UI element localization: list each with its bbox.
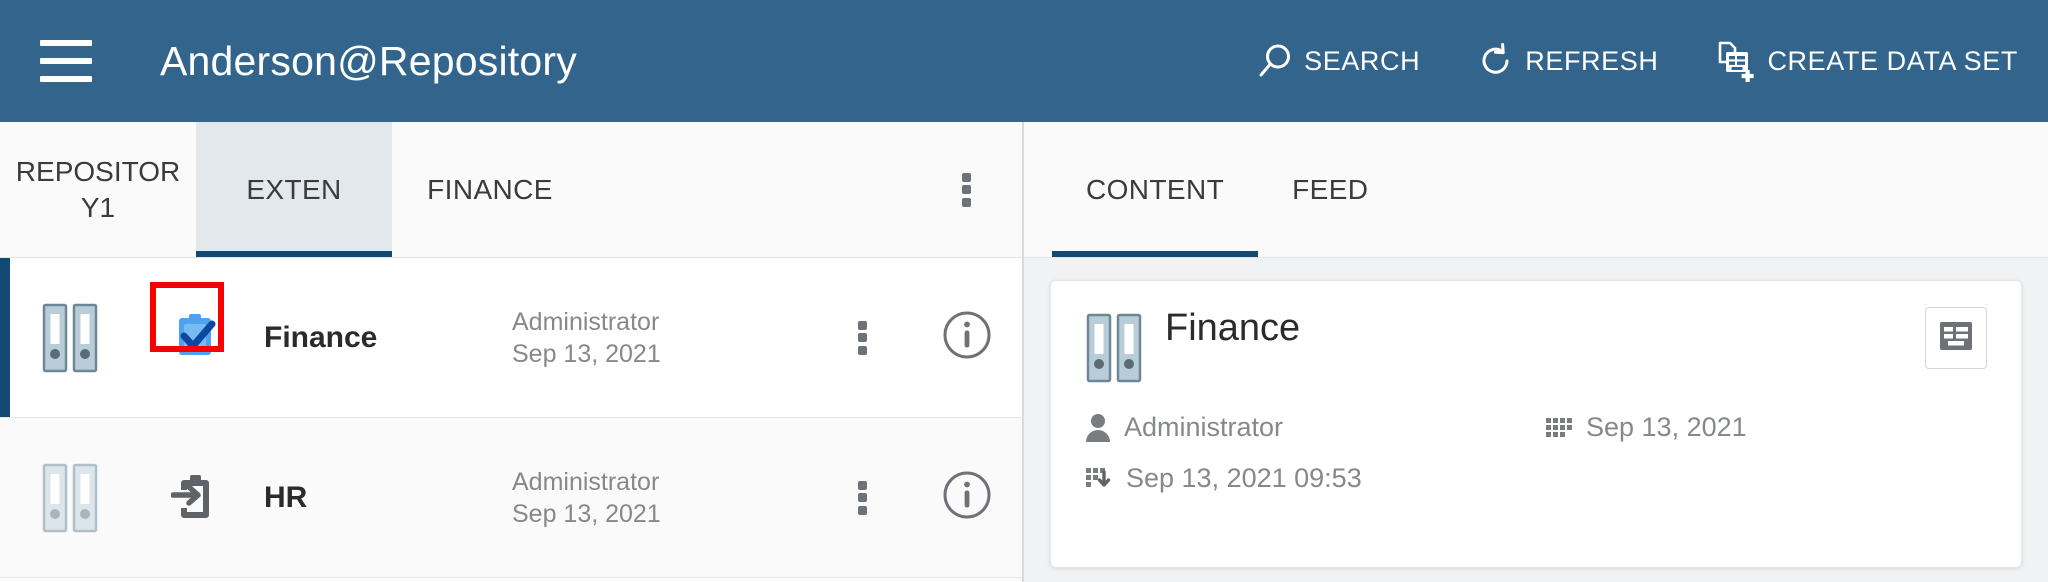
info-circle-icon [941,469,993,526]
row-date: Sep 13, 2021 [512,499,661,528]
detail-metadata-row: Administrator Sep 13, 2021 [1085,412,1987,443]
kebab-dot [857,505,867,515]
row-owner: Administrator [512,467,660,496]
table-row[interactable]: Finance Administrator Sep 13, 2021 [0,258,1022,418]
right-tab-bar: CONTENT FEED [1024,122,2048,258]
kebab-menu-icon [857,480,867,515]
info-circle-icon [941,309,993,366]
left-panel: REPOSITORY1 EXTEN FINANCE Finance Admini… [0,122,1024,582]
page-title: Anderson@Repository [160,37,577,84]
detail-metadata-row: Sep 13, 2021 09:53 [1085,463,1987,494]
kebab-dot [961,197,971,207]
header-actions: SEARCH REFRESH CREATE DATA SET [1199,39,2018,83]
left-tab-overflow-button[interactable] [944,122,988,257]
properties-table-icon [1937,319,1975,358]
row-metadata: Administrator Sep 13, 2021 [512,306,812,370]
tab-feed[interactable]: FEED [1258,122,1402,257]
search-label: SEARCH [1304,45,1421,76]
kebab-dot [857,345,867,355]
create-data-set-label: CREATE DATA SET [1767,45,2018,76]
search-button[interactable]: SEARCH [1255,41,1420,81]
binder-folder-icon [0,301,140,375]
row-info-button[interactable] [912,469,1022,526]
tab-exten-label: EXTEN [246,173,342,205]
detail-owner: Administrator [1085,412,1545,443]
hamburger-bar [40,76,92,82]
app-header: Anderson@Repository SEARCH REFRESH CREAT… [0,0,2048,122]
hamburger-bar [40,58,92,64]
row-type-icon-wrapper [140,282,250,364]
application-window: Anderson@Repository SEARCH REFRESH CREAT… [0,0,2048,582]
search-icon [1255,41,1295,81]
row-name: Finance [264,320,378,354]
kebab-dot [857,333,867,342]
calendar-import-icon [1085,465,1113,493]
kebab-dot [857,480,867,490]
detail-area: Finance Administrator Sep 13, 2021 Sep 1… [1024,258,2048,582]
tab-feed-label: FEED [1292,173,1369,205]
clipboard-check-icon [171,311,219,364]
detail-modified: Sep 13, 2021 09:53 [1085,463,1362,494]
create-data-set-button[interactable]: CREATE DATA SET [1714,39,2018,83]
person-icon [1085,413,1111,443]
detail-date-value: Sep 13, 2021 [1586,412,1747,442]
kebab-menu-icon [857,320,867,355]
right-panel: CONTENT FEED Finance Administrator Sep 1… [1024,122,2048,582]
binder-folder-icon [1085,307,1143,390]
row-name: HR [264,480,308,514]
detail-date: Sep 13, 2021 [1545,412,1747,443]
kebab-dot [857,320,867,330]
detail-card: Finance Administrator Sep 13, 2021 Sep 1… [1050,280,2022,568]
detail-title: Finance [1165,307,1301,349]
breadcrumb[interactable]: REPOSITORY1 [0,122,196,257]
create-data-set-icon [1714,39,1758,83]
kebab-dot [961,185,971,194]
row-type-icon-wrapper [140,471,250,524]
left-tab-bar: REPOSITORY1 EXTEN FINANCE [0,122,1022,258]
properties-button[interactable] [1925,307,1987,369]
table-row[interactable]: HR Administrator Sep 13, 2021 [0,418,1022,578]
main-body: REPOSITORY1 EXTEN FINANCE Finance Admini… [0,122,2048,582]
detail-metadata: Administrator Sep 13, 2021 Sep 13, 2021 … [1085,412,1987,514]
hamburger-icon[interactable] [40,40,92,82]
refresh-button[interactable]: REFRESH [1476,41,1658,81]
tab-content[interactable]: CONTENT [1052,122,1259,257]
tab-finance[interactable]: FINANCE [392,122,588,257]
detail-modified-value: Sep 13, 2021 09:53 [1126,463,1362,493]
refresh-label: REFRESH [1525,45,1659,76]
kebab-menu-icon [961,172,971,207]
repository-list: Finance Administrator Sep 13, 2021 HR Ad… [0,258,1022,582]
clipboard-import-icon [170,471,219,524]
tab-exten[interactable]: EXTEN [196,122,392,257]
kebab-dot [961,172,971,182]
kebab-dot [857,493,867,502]
row-overflow-button[interactable] [812,480,912,515]
binder-folder-icon [0,461,140,535]
tab-content-label: CONTENT [1086,173,1225,205]
detail-owner-value: Administrator [1124,412,1284,442]
row-owner: Administrator [512,307,660,336]
row-info-button[interactable] [912,309,1022,366]
refresh-icon [1476,41,1516,81]
row-metadata: Administrator Sep 13, 2021 [512,466,812,530]
row-overflow-button[interactable] [812,320,912,355]
detail-card-header: Finance [1085,307,1987,390]
calendar-grid-icon [1545,415,1573,441]
row-date: Sep 13, 2021 [512,339,661,368]
hamburger-bar [40,40,92,46]
tab-finance-label: FINANCE [427,173,553,205]
